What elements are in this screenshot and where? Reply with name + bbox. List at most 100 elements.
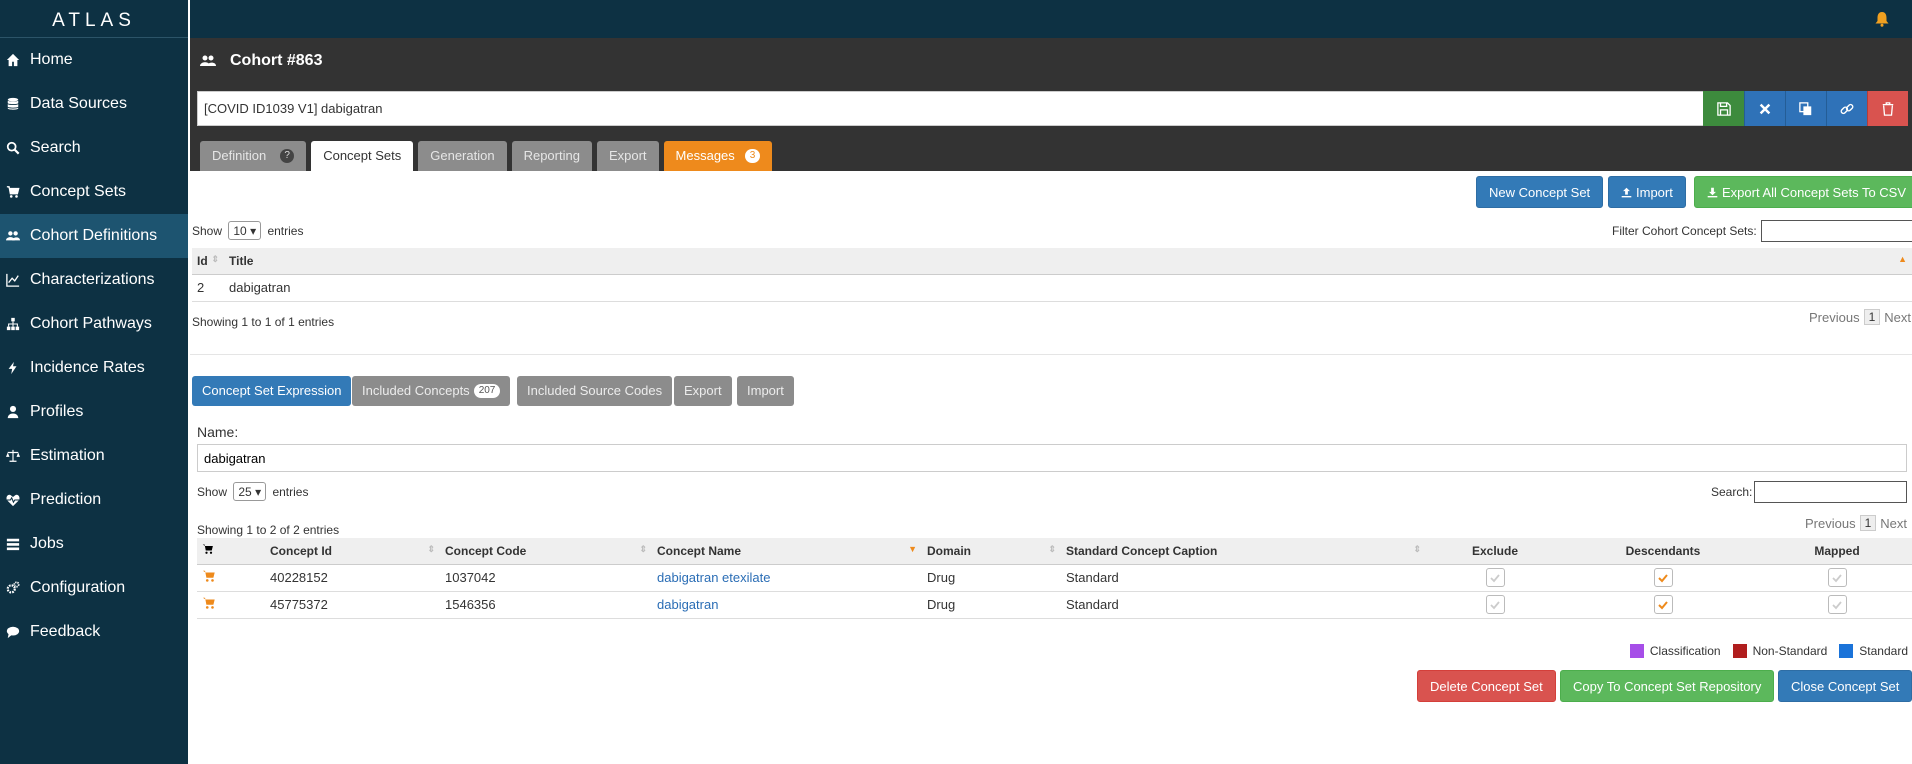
button-label: Close Concept Set [1791,678,1900,694]
search-label: Search: [1711,485,1753,499]
page-length-control: Show 10 ▾ entries [192,221,303,240]
cell-standard-concept-caption: Standard [1061,591,1426,619]
tab-export[interactable]: Export [596,141,659,171]
sidebar-nav: Home Data Sources Search Concept Sets Co… [0,38,188,654]
sidebar-item-feedback[interactable]: Feedback [0,610,188,654]
close-button[interactable] [1744,91,1785,126]
search-input[interactable] [1754,481,1907,503]
sidebar-item-prediction[interactable]: Prediction [0,478,188,522]
pagination-page[interactable]: 1 [1863,309,1881,325]
pagination-next[interactable]: Next [1880,516,1907,531]
sidebar-item-jobs[interactable]: Jobs [0,522,188,566]
mapped-checkbox[interactable] [1827,568,1847,587]
subtab-label: Export [684,383,722,398]
pagination-next[interactable]: Next [1884,310,1911,325]
tab-generation[interactable]: Generation [418,141,507,171]
sidebar-item-home[interactable]: Home [0,38,188,82]
mapped-checkbox[interactable] [1827,595,1847,614]
balance-scale-icon [6,449,30,463]
subtab-concept-set-expression[interactable]: Concept Set Expression [192,376,352,406]
close-concept-set-button[interactable]: Close Concept Set [1778,670,1912,702]
cell-cart[interactable] [197,564,265,592]
cell-cart[interactable] [197,591,265,619]
concept-set-name-input[interactable] [197,444,1907,472]
new-concept-set-button[interactable]: New Concept Set [1476,176,1604,208]
sidebar-item-concept-sets[interactable]: Concept Sets [0,170,188,214]
tab-label: Generation [430,148,495,163]
messages-count-badge: 3 [744,149,761,163]
sidebar-item-search[interactable]: Search [0,126,188,170]
sidebar-item-cohort-definitions[interactable]: Cohort Definitions [0,214,188,258]
save-button[interactable] [1703,91,1744,126]
sort-asc-icon: ▲ [1898,253,1907,264]
concept-name-link[interactable]: dabigatran [657,597,718,612]
users-icon [200,55,216,66]
column-header-concept-code[interactable]: Concept Code ⇕ [440,538,652,565]
column-header-domain[interactable]: Domain ⇕ [922,538,1061,565]
list-icon [6,537,30,551]
column-header-mapped[interactable]: Mapped [1762,538,1912,565]
sidebar-item-cohort-pathways[interactable]: Cohort Pathways [0,302,188,346]
column-header-cart[interactable] [197,538,265,565]
descendants-checkbox[interactable] [1653,568,1673,587]
delete-button[interactable] [1867,91,1908,126]
tab-reporting[interactable]: Reporting [511,141,592,171]
sidebar-item-characterizations[interactable]: Characterizations [0,258,188,302]
entries-label: entries [272,485,309,499]
descendants-checkbox[interactable] [1653,595,1673,614]
column-header-title[interactable]: Title ▲ [224,248,1912,275]
filter-concept-sets-input[interactable] [1761,220,1912,242]
column-header-exclude[interactable]: Exclude [1426,538,1564,565]
cell-concept-id: 40228152 [265,564,440,592]
sidebar-item-incidence-rates[interactable]: Incidence Rates [0,346,188,390]
subtab-import[interactable]: Import [737,376,794,406]
copy-to-repository-button[interactable]: Copy To Concept Set Repository [1560,670,1775,702]
cohort-actions [1703,91,1908,126]
check-icon [1658,573,1668,582]
sidebar-item-estimation[interactable]: Estimation [0,434,188,478]
tab-definition[interactable]: Definition ? [200,141,307,171]
button-label: New Concept Set [1489,184,1591,200]
tab-messages[interactable]: Messages 3 [663,141,773,171]
select-value: 25 [238,485,252,499]
subtab-included-source-codes[interactable]: Included Source Codes [517,376,673,406]
column-header-descendants[interactable]: Descendants [1564,538,1762,565]
column-header-id[interactable]: Id ⇕ [192,248,224,275]
page-length-select[interactable]: 10 ▾ [228,221,262,240]
pagination-page[interactable]: 1 [1859,515,1877,531]
show-label: Show [192,224,223,238]
exclude-checkbox[interactable] [1485,568,1505,587]
cell-mapped [1762,564,1912,592]
page-length-select[interactable]: 25 ▾ [233,482,267,501]
table-row[interactable]: 2 dabigatran [192,274,1912,302]
subtab-export[interactable]: Export [674,376,732,406]
sidebar-item-data-sources[interactable]: Data Sources [0,82,188,126]
export-all-button[interactable]: Export All Concept Sets To CSV [1694,176,1912,208]
link-icon [1840,103,1854,114]
sidebar-item-configuration[interactable]: Configuration [0,566,188,610]
import-button[interactable]: Import [1608,176,1686,208]
check-icon [1832,600,1842,609]
page-title: Cohort #863 [200,52,322,70]
column-header-concept-id[interactable]: Concept Id ⇕ [265,538,440,565]
pagination-previous[interactable]: Previous [1805,516,1856,531]
subtab-included-concepts[interactable]: Included Concepts 207 [352,376,511,406]
app-brand[interactable]: ATLAS [0,0,188,38]
cohort-name-input[interactable] [197,91,1711,126]
column-header-standard-concept-caption[interactable]: Standard Concept Caption ⇕ [1061,538,1426,565]
sidebar-item-profiles[interactable]: Profiles [0,390,188,434]
bell-icon[interactable] [1874,11,1890,30]
help-icon[interactable]: ? [280,149,295,163]
column-header-concept-name[interactable]: Concept Name ▼ [652,538,922,565]
subtab-label: Included Source Codes [527,383,663,398]
concept-set-expression-table: Concept Id ⇕ Concept Code ⇕ Concept Name ▼ … [197,538,1912,619]
exclude-checkbox[interactable] [1485,595,1505,614]
pagination-previous[interactable]: Previous [1809,310,1860,325]
tab-concept-sets[interactable]: Concept Sets [311,141,414,171]
link-button[interactable] [1826,91,1867,126]
user-icon [6,405,30,419]
pagination: Previous 1 Next [1805,515,1907,531]
copy-button[interactable] [1785,91,1826,126]
delete-concept-set-button[interactable]: Delete Concept Set [1417,670,1556,702]
concept-name-link[interactable]: dabigatran etexilate [657,570,770,585]
